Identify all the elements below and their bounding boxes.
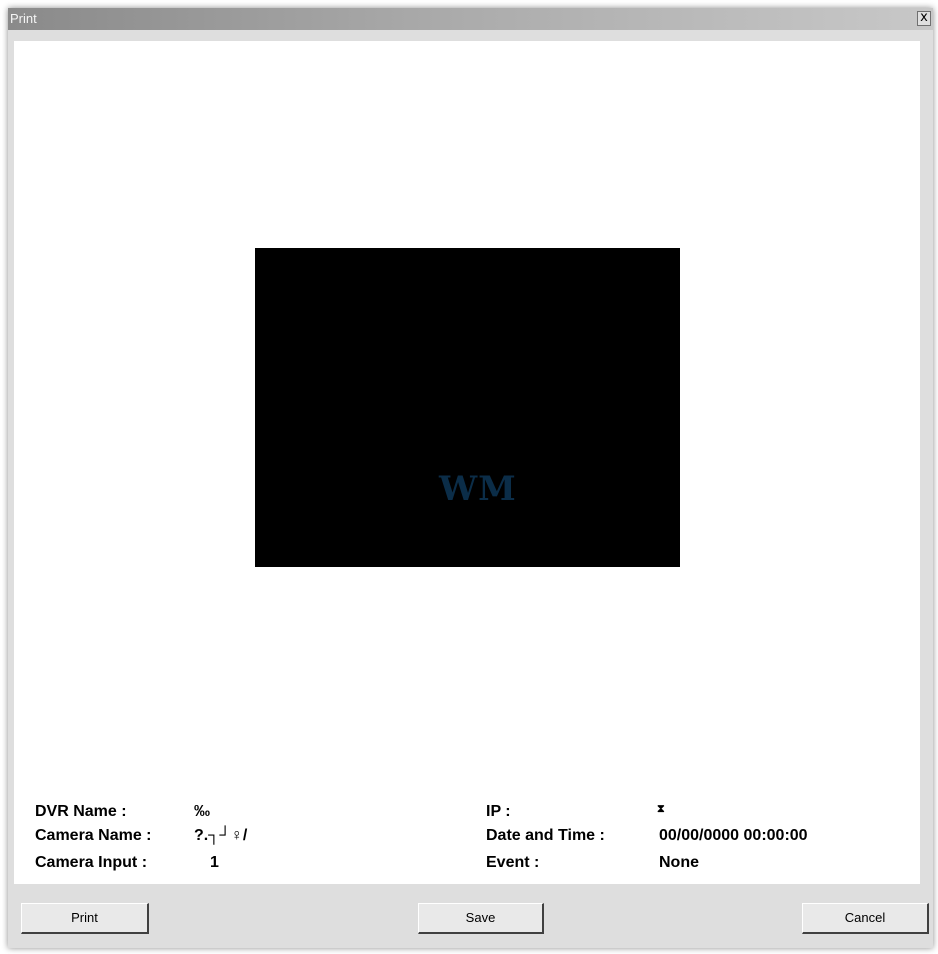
camera-input-value: 1 — [210, 854, 219, 871]
camera-name-value: ?.┐┘♀/ — [194, 827, 248, 844]
title-bar[interactable]: Print x — [8, 8, 933, 30]
event-label: Event : — [486, 854, 540, 871]
dvr-name-value: ‰ — [194, 803, 210, 820]
print-preview-area: WM — [14, 41, 920, 884]
close-button[interactable]: x — [917, 11, 931, 26]
close-icon: x — [920, 10, 928, 25]
print-button[interactable]: Print — [21, 903, 149, 934]
camera-input-label: Camera Input : — [35, 854, 148, 871]
cancel-button[interactable]: Cancel — [802, 903, 929, 934]
datetime-label: Date and Time : — [486, 827, 605, 844]
ip-label: IP : — [486, 803, 511, 820]
dvr-name-label: DVR Name : — [35, 803, 127, 820]
camera-name-label: Camera Name : — [35, 827, 152, 844]
watermark-text: WM — [439, 469, 517, 509]
window-title: Print — [10, 11, 37, 26]
datetime-value: 00/00/0000 00:00:00 — [659, 827, 808, 844]
camera-snapshot: WM — [255, 248, 680, 567]
event-value: None — [659, 854, 699, 871]
ip-value: ⧗ — [657, 803, 665, 815]
save-button[interactable]: Save — [418, 903, 544, 934]
